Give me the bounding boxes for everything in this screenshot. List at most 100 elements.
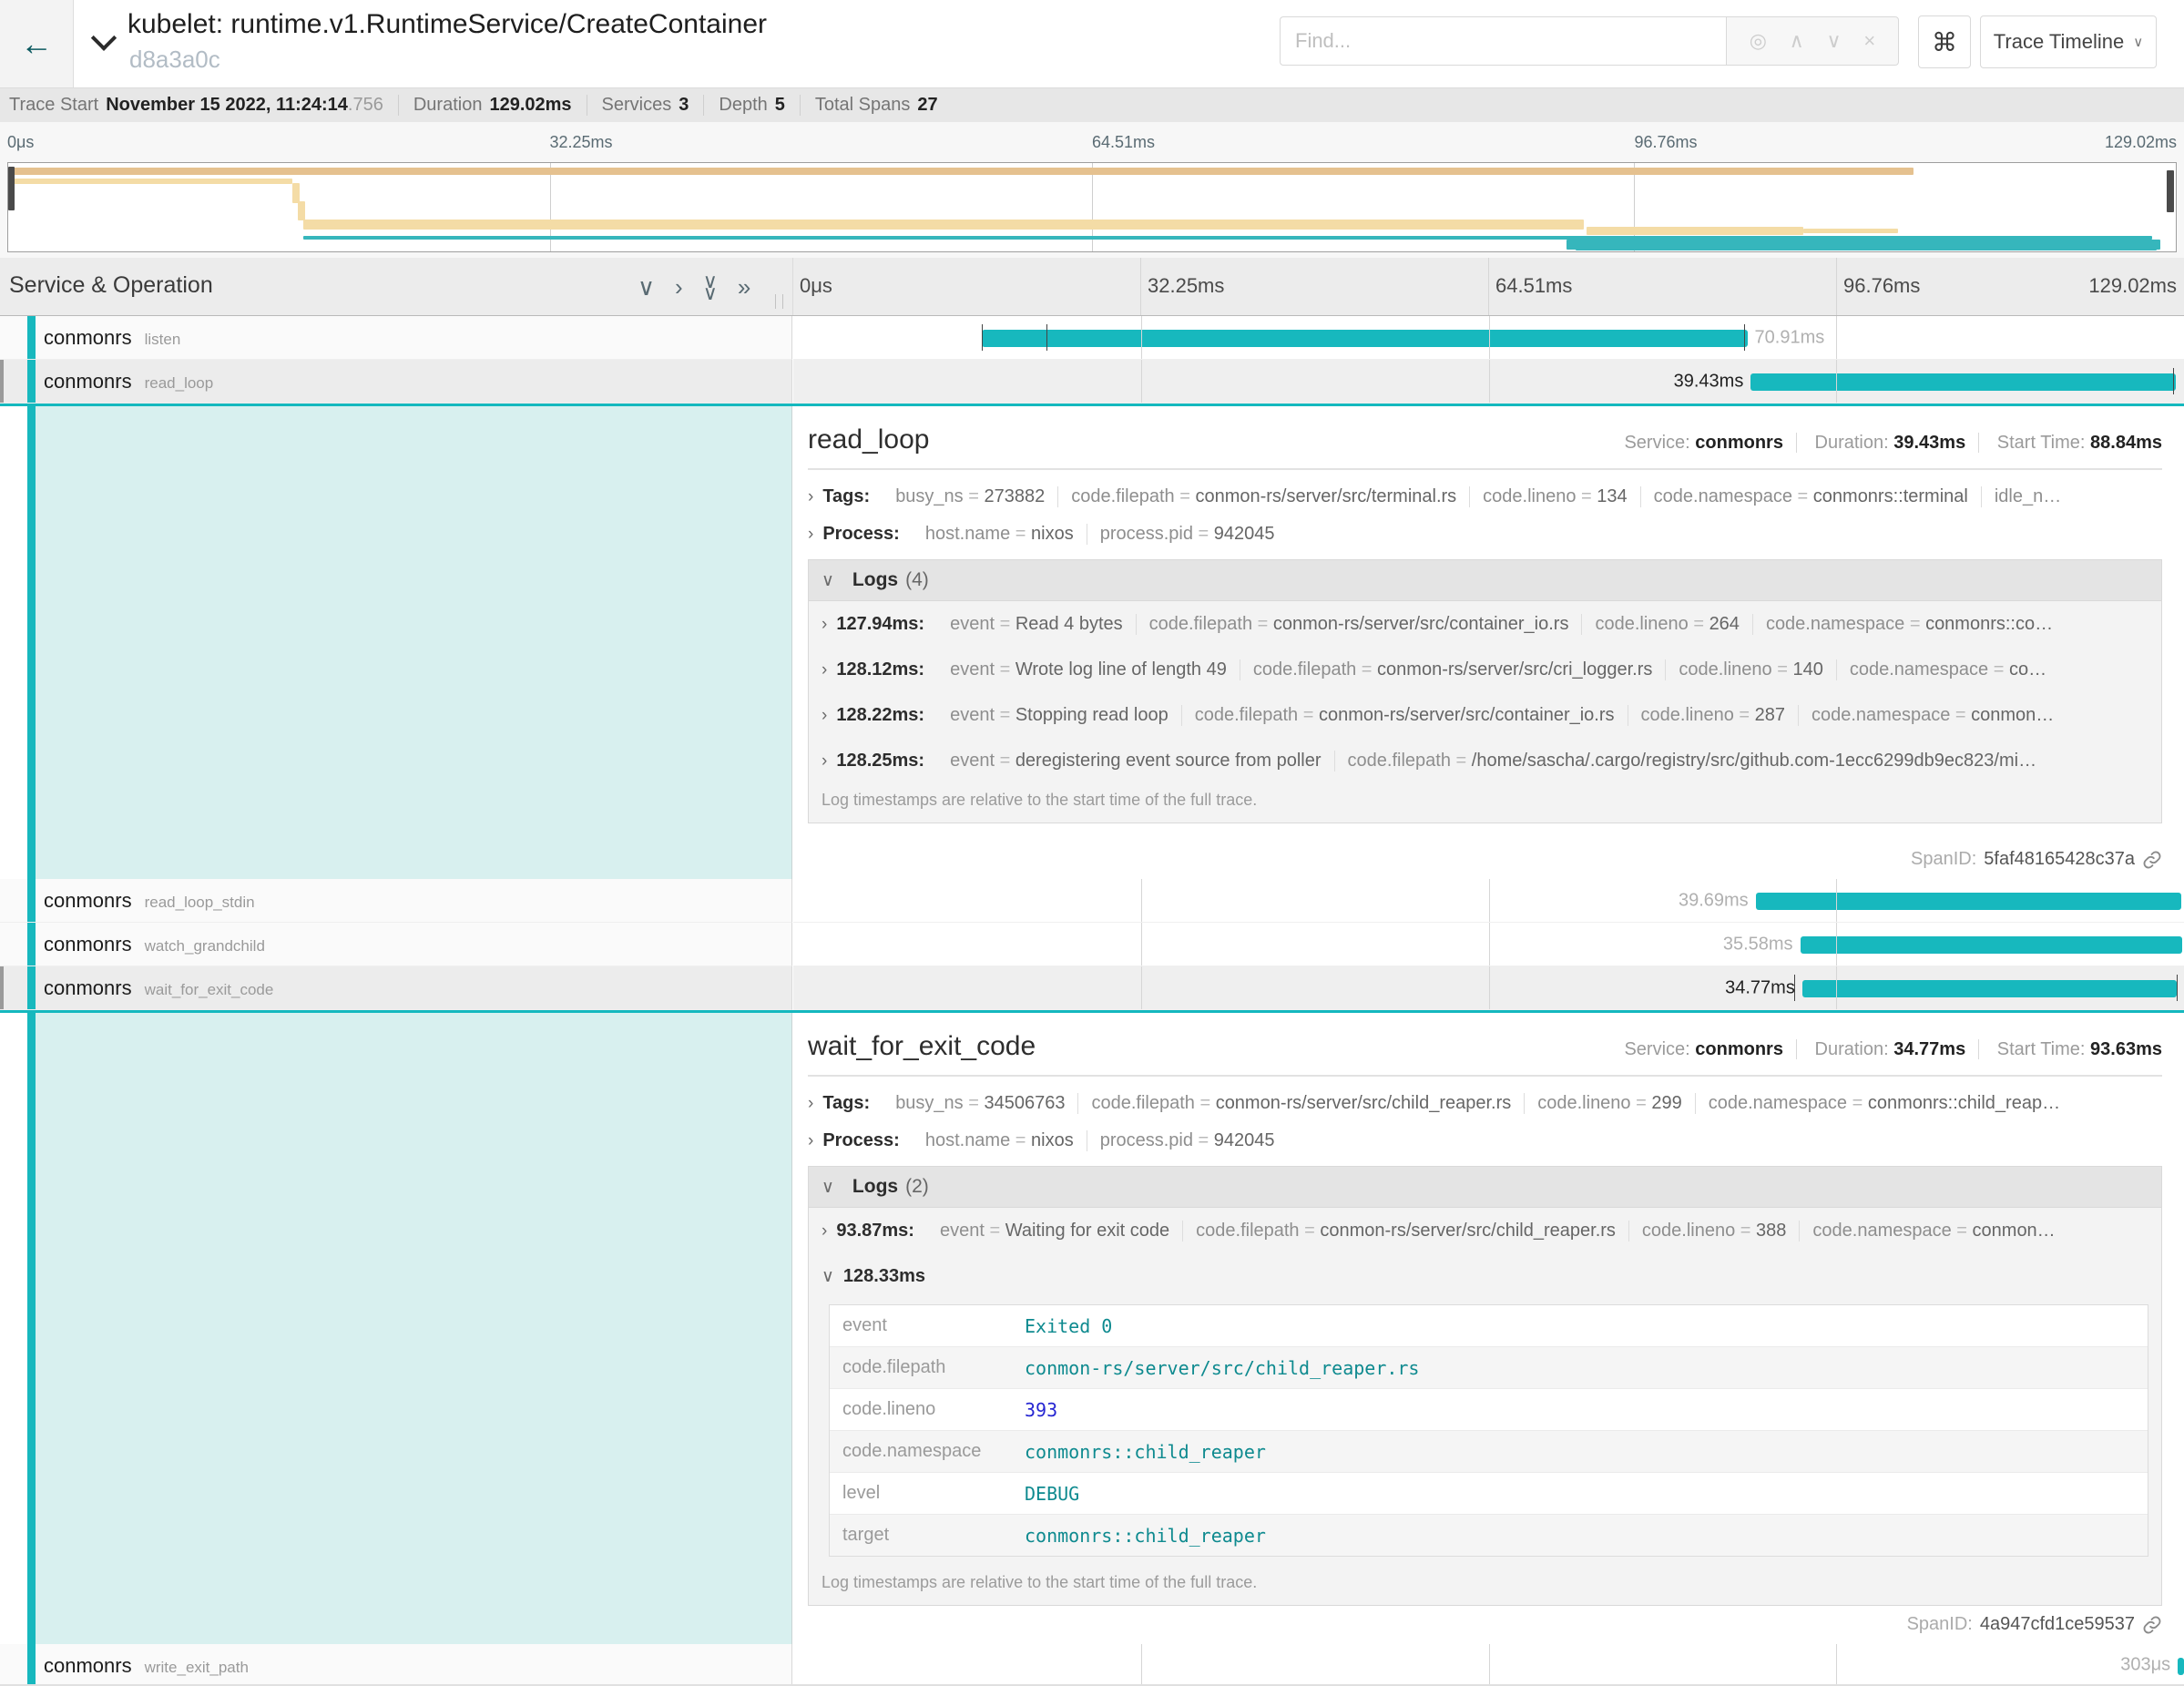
summary-duration: Duration129.02ms [413, 95, 587, 116]
timeline-header: 0μs 32.25ms 64.51ms 96.76ms 129.02ms [792, 258, 2184, 315]
logs-note: Log timestamps are relative to the start… [809, 1566, 2161, 1605]
span-row-read-loop-stdin[interactable]: conmonrsread_loop_stdin 39.69ms [0, 879, 2184, 923]
detail-service: Service: conmonrs [1611, 1039, 1797, 1059]
span-table-header: Service & Operation ∨ › ∨∨ » 0μs 32.25ms… [0, 258, 2184, 316]
service-name: conmonrs [44, 326, 132, 349]
span-duration-label: 303μs [2120, 1654, 2170, 1675]
keyboard-shortcuts-button[interactable]: ⌘ [1918, 15, 1971, 68]
span-row-wait-for-exit-code[interactable]: conmonrs wait_for_exit_code 34.77ms [0, 966, 2184, 1010]
chevron-right-icon: › [808, 1094, 813, 1114]
service-name: conmonrs [44, 889, 132, 912]
detail-span-title: read_loop [808, 424, 929, 455]
span-duration-label: 39.69ms [1679, 890, 1749, 911]
span-bar[interactable] [982, 330, 1748, 347]
expand-all-icon[interactable]: » [738, 271, 750, 303]
log-entry[interactable]: › 128.25ms: eventderegistering event sou… [809, 738, 2161, 783]
collapse-all-icon[interactable]: ∨∨ [703, 275, 718, 303]
page-header: ← kubelet: runtime.v1.RuntimeService/Cre… [0, 0, 2184, 87]
find-input[interactable] [1280, 16, 1726, 66]
summary-services: Services3 [602, 95, 705, 116]
log-fields-table: event Exited 0 code.filepath conmon-rs/s… [829, 1304, 2148, 1557]
process-accordion[interactable]: › Process: host.namenixos process.pid942… [808, 1130, 2162, 1151]
chevron-right-icon: › [822, 706, 827, 726]
span-row-write-exit-path[interactable]: conmonrswrite_exit_path 303μs [0, 1644, 2184, 1686]
span-bar[interactable] [1802, 980, 2178, 997]
summary-total-spans: Total Spans27 [815, 95, 953, 116]
span-bar[interactable] [1750, 373, 2176, 391]
span-id-value: 5faf48165428c37a [1984, 849, 2135, 870]
service-color-bar [27, 360, 36, 403]
detail-service: Service: conmonrs [1611, 433, 1797, 453]
chevron-right-icon: › [808, 487, 813, 507]
operation-name: watch_grandchild [145, 937, 265, 955]
trace-id: d8a3a0c [129, 46, 220, 74]
service-color-bar [27, 923, 36, 966]
trace-collapse-chevron-down-icon[interactable] [95, 33, 113, 51]
operation-name: listen [145, 331, 181, 348]
logs-note: Log timestamps are relative to the start… [809, 783, 2161, 823]
expand-one-icon[interactable]: › [675, 271, 683, 303]
chevron-down-icon: ∨ [2133, 34, 2143, 50]
view-selector-button[interactable]: Trace Timeline ∨ [1980, 15, 2157, 68]
chevron-right-icon: › [822, 660, 827, 680]
trace-summary-bar: Trace StartNovember 15 2022, 11:24:14.75… [0, 87, 2184, 122]
log-entry[interactable]: › 128.22ms: eventStopping read loop code… [809, 692, 2161, 738]
find-bar: ◎ ∧ ∨ × [1280, 16, 1899, 66]
log-entry-expanded[interactable]: ∨ 128.33ms [809, 1253, 2161, 1299]
next-match-icon[interactable]: ∨ [1827, 31, 1842, 51]
span-duration-label: 70.91ms [1755, 327, 1825, 348]
chevron-right-icon: › [808, 525, 813, 545]
span-detail-wait-for-exit-code: wait_for_exit_code Service: conmonrs Dur… [0, 1010, 2184, 1644]
chevron-right-icon: › [822, 751, 827, 771]
span-bar[interactable] [2178, 1658, 2184, 1675]
operation-name: wait_for_exit_code [145, 981, 274, 998]
log-field-row: event Exited 0 [830, 1305, 2148, 1347]
back-arrow-icon: ← [20, 27, 53, 60]
span-row-listen[interactable]: conmonrs listen 70.91ms [0, 316, 2184, 360]
span-row-watch-grandchild[interactable]: conmonrswatch_grandchild 35.58ms [0, 923, 2184, 966]
chevron-down-icon: ∨ [822, 570, 834, 591]
link-icon[interactable] [2142, 1615, 2162, 1635]
detail-start-time: Start Time: 93.63ms [1985, 1039, 2162, 1059]
service-name: conmonrs [44, 1654, 132, 1677]
chevron-down-icon: ∨ [822, 1177, 834, 1198]
span-duration-label: 39.43ms [1674, 371, 1744, 392]
service-color-bar [27, 879, 36, 922]
detail-indent-area [36, 406, 791, 879]
detail-indent-area [36, 1013, 791, 1644]
log-entry[interactable]: › 128.12ms: eventWrote log line of lengt… [809, 647, 2161, 692]
back-button[interactable]: ← [0, 0, 74, 87]
log-field-row: code.lineno 393 [830, 1389, 2148, 1431]
link-icon[interactable] [2142, 850, 2162, 870]
span-bar[interactable] [1801, 936, 2183, 954]
service-name: conmonrs [44, 933, 132, 955]
detail-start-time: Start Time: 88.84ms [1985, 433, 2162, 453]
summary-depth: Depth5 [719, 95, 801, 116]
span-bar[interactable] [1756, 893, 2181, 910]
log-entry[interactable]: › 127.94ms: eventRead 4 bytes code.filep… [809, 601, 2161, 647]
logs-header[interactable]: ∨ Logs(2) [809, 1167, 2161, 1208]
prev-match-icon[interactable]: ∧ [1790, 31, 1804, 51]
minimap-canvas[interactable] [7, 162, 2177, 252]
span-row-read-loop[interactable]: conmonrsread_loop 39.43ms [0, 360, 2184, 404]
detail-span-title: wait_for_exit_code [808, 1031, 1036, 1062]
collapse-one-icon[interactable]: ∨ [638, 271, 655, 303]
jaeger-trace-page: ← kubelet: runtime.v1.RuntimeService/Cre… [0, 0, 2184, 1686]
log-field-row: level DEBUG [830, 1473, 2148, 1515]
service-color-bar [27, 316, 36, 359]
process-accordion[interactable]: › Process: host.namenixos process.pid942… [808, 524, 2162, 545]
column-resize-grip[interactable] [775, 294, 783, 309]
service-color-bar [27, 1644, 36, 1685]
service-name: conmonrs [44, 976, 132, 999]
service-name: conmonrs [44, 370, 132, 393]
logs-header[interactable]: ∨ Logs(4) [809, 560, 2161, 601]
clear-find-icon[interactable]: × [1863, 31, 1875, 51]
tags-accordion[interactable]: › Tags: busy_ns273882 code.filepathconmo… [808, 486, 2162, 507]
span-duration-label: 34.77ms [1725, 977, 1795, 998]
locate-icon[interactable]: ◎ [1750, 31, 1767, 51]
log-entry[interactable]: › 93.87ms: eventWaiting for exit code co… [809, 1208, 2161, 1253]
tags-accordion[interactable]: › Tags: busy_ns34506763 code.filepathcon… [808, 1093, 2162, 1114]
chevron-down-icon: ∨ [822, 1266, 834, 1287]
span-id-row: SpanID: 5faf48165428c37a [1911, 849, 2162, 870]
chevron-right-icon: › [822, 615, 827, 635]
